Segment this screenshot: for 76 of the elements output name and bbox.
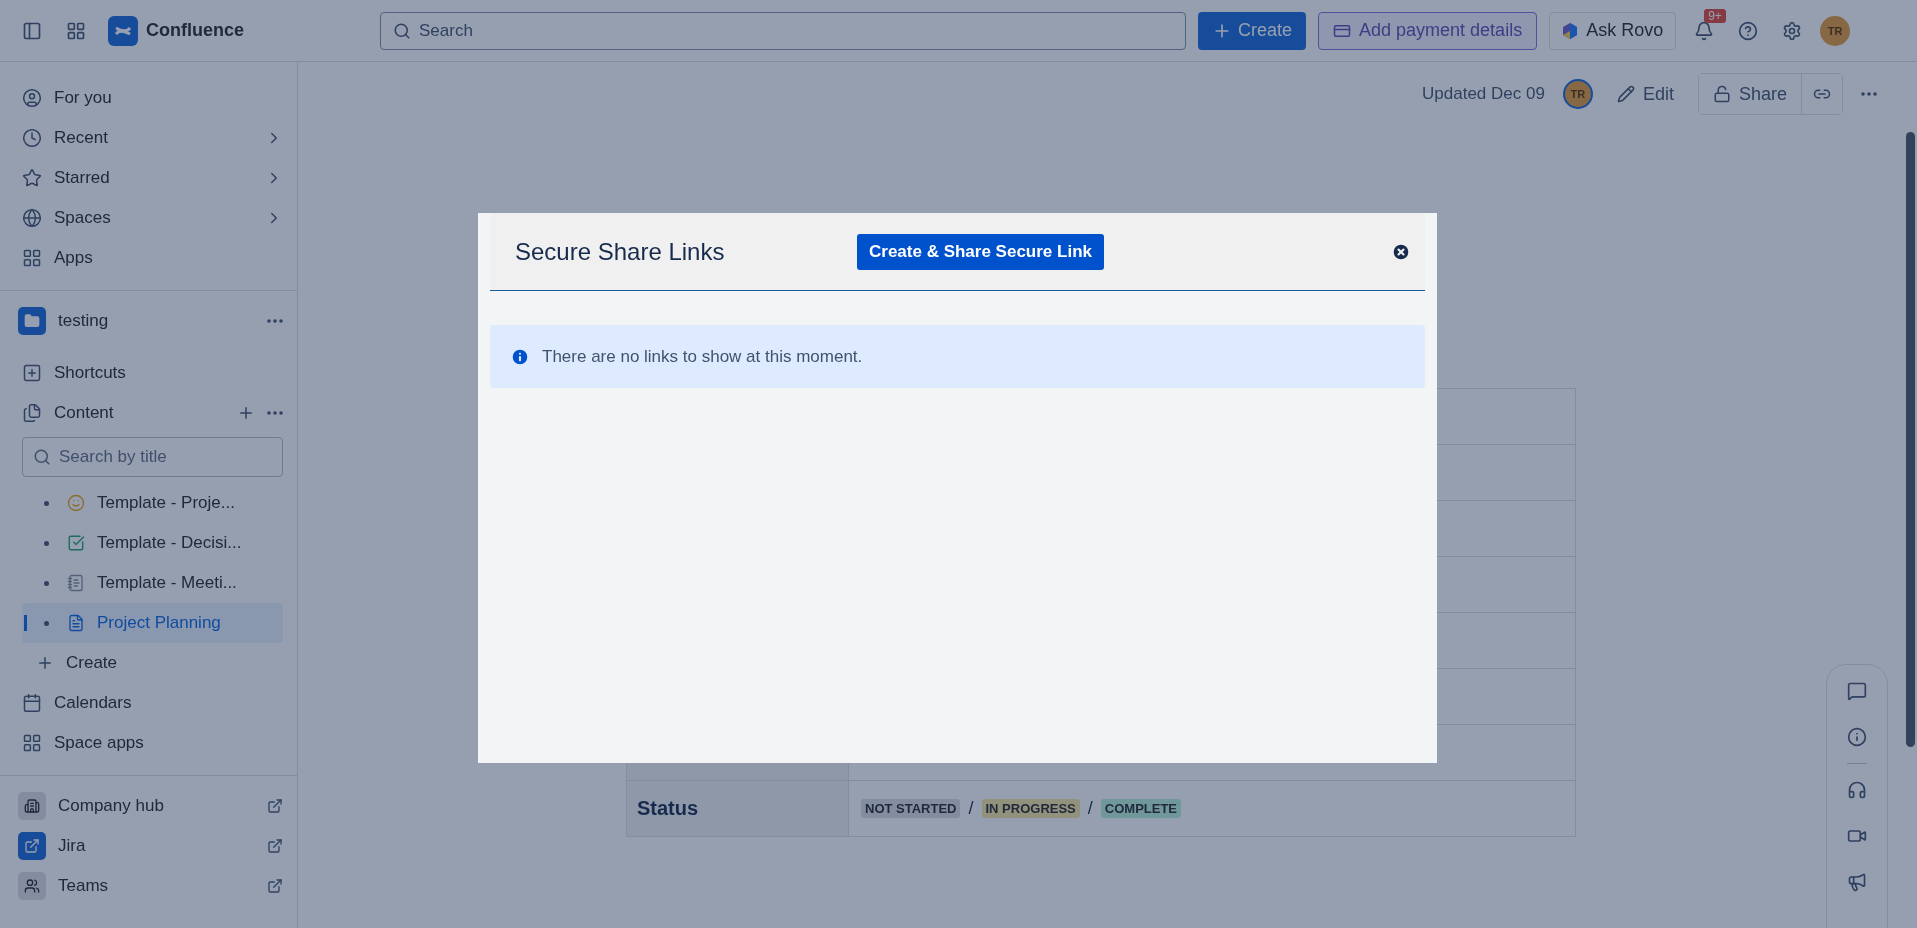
sidebar-item[interactable]: Recent (22, 118, 283, 158)
modal-title: Secure Share Links (515, 237, 726, 266)
edit-button[interactable]: Edit (1610, 82, 1680, 106)
sidebar-item[interactable]: Calendars (22, 683, 283, 723)
scrollbar[interactable] (1906, 132, 1915, 747)
info-icon (1847, 727, 1867, 747)
close-icon[interactable] (1391, 241, 1411, 262)
search-icon (393, 21, 411, 40)
page-tree-item[interactable]: Template - Meeti... (22, 563, 283, 603)
share-button[interactable]: Share (1698, 74, 1802, 114)
hexagon-icon (1562, 21, 1579, 40)
app-link[interactable]: Company hub (22, 786, 283, 826)
create-item[interactable]: Create (22, 643, 283, 683)
add-icon (237, 404, 255, 422)
status-lozenge: NOT STARTED (861, 799, 961, 818)
more-icon[interactable] (1861, 92, 1877, 96)
sidebar-item[interactable]: Apps (22, 238, 283, 278)
checkbox-icon (67, 534, 85, 552)
status-lozenge: COMPLETE (1100, 799, 1182, 818)
apps-icon (22, 248, 42, 268)
create-link-button[interactable]: Create & Share Secure Link (857, 233, 1104, 270)
info-icon (510, 346, 530, 367)
comment-icon (1847, 681, 1867, 701)
external-link-icon (267, 798, 283, 814)
page-tree-item[interactable]: Project Planning (22, 603, 283, 643)
title-search-field[interactable]: Search by title (22, 437, 283, 477)
page-tree-item[interactable]: Template - Proje... (22, 483, 283, 523)
sidebar-item[interactable]: Spaces (22, 198, 283, 238)
folder-icon (18, 307, 46, 335)
create-button[interactable]: Create (1198, 11, 1307, 50)
more-icon[interactable] (267, 319, 283, 323)
page-tree-item[interactable]: Template - Decisi... (22, 523, 283, 563)
notifications-icon (1694, 20, 1715, 41)
people-icon (18, 872, 46, 900)
notification-badge: 9+ (1704, 8, 1726, 23)
star-icon (22, 168, 42, 188)
unlock-icon (1712, 85, 1731, 103)
user-icon (22, 88, 42, 108)
pencil-icon (1616, 85, 1635, 103)
plus-icon (36, 654, 54, 672)
notepad-icon (67, 574, 85, 592)
building-icon (18, 792, 46, 820)
separator-text: / (968, 798, 974, 819)
clock-icon (22, 128, 42, 148)
logo-icon (108, 15, 138, 46)
megaphone-icon (1847, 872, 1867, 892)
calendar-icon (22, 693, 42, 713)
page-icon (67, 614, 85, 632)
status-lozenge: IN PROGRESS (981, 799, 1080, 818)
sidebar-item[interactable]: Space apps (22, 723, 283, 763)
payment-button[interactable]: Add payment details (1318, 11, 1538, 50)
row-header: Status (627, 781, 849, 836)
sidebar-item[interactable]: Shortcuts (22, 353, 283, 393)
external-link-icon (267, 838, 283, 854)
app-link[interactable]: Teams (22, 866, 283, 906)
rovo-button[interactable]: Ask Rovo (1549, 11, 1677, 50)
more-icon[interactable] (267, 411, 283, 415)
headphones-icon (1847, 780, 1867, 800)
jira-icon (18, 832, 46, 860)
info-message: There are no links to show at this moment. (542, 346, 863, 367)
sidebar-item[interactable]: For you (22, 78, 283, 118)
smiley-icon (67, 494, 85, 512)
search-icon (33, 448, 51, 466)
updated-text: Updated Dec 09 (1422, 84, 1545, 104)
separator-text: / (1087, 798, 1093, 819)
search-field[interactable]: Search (380, 11, 1186, 50)
external-link-icon (267, 878, 283, 894)
apps-icon (22, 733, 42, 753)
sidebar-item[interactable]: Content (22, 393, 283, 433)
sidebar-item[interactable]: Starred (22, 158, 283, 198)
pages-icon (22, 403, 42, 423)
shortcut-icon (22, 363, 42, 383)
space-item[interactable]: testing (22, 301, 283, 341)
globe-icon (22, 208, 42, 228)
app-link[interactable]: Jira (22, 826, 283, 866)
product-name: Confluence (146, 20, 244, 41)
